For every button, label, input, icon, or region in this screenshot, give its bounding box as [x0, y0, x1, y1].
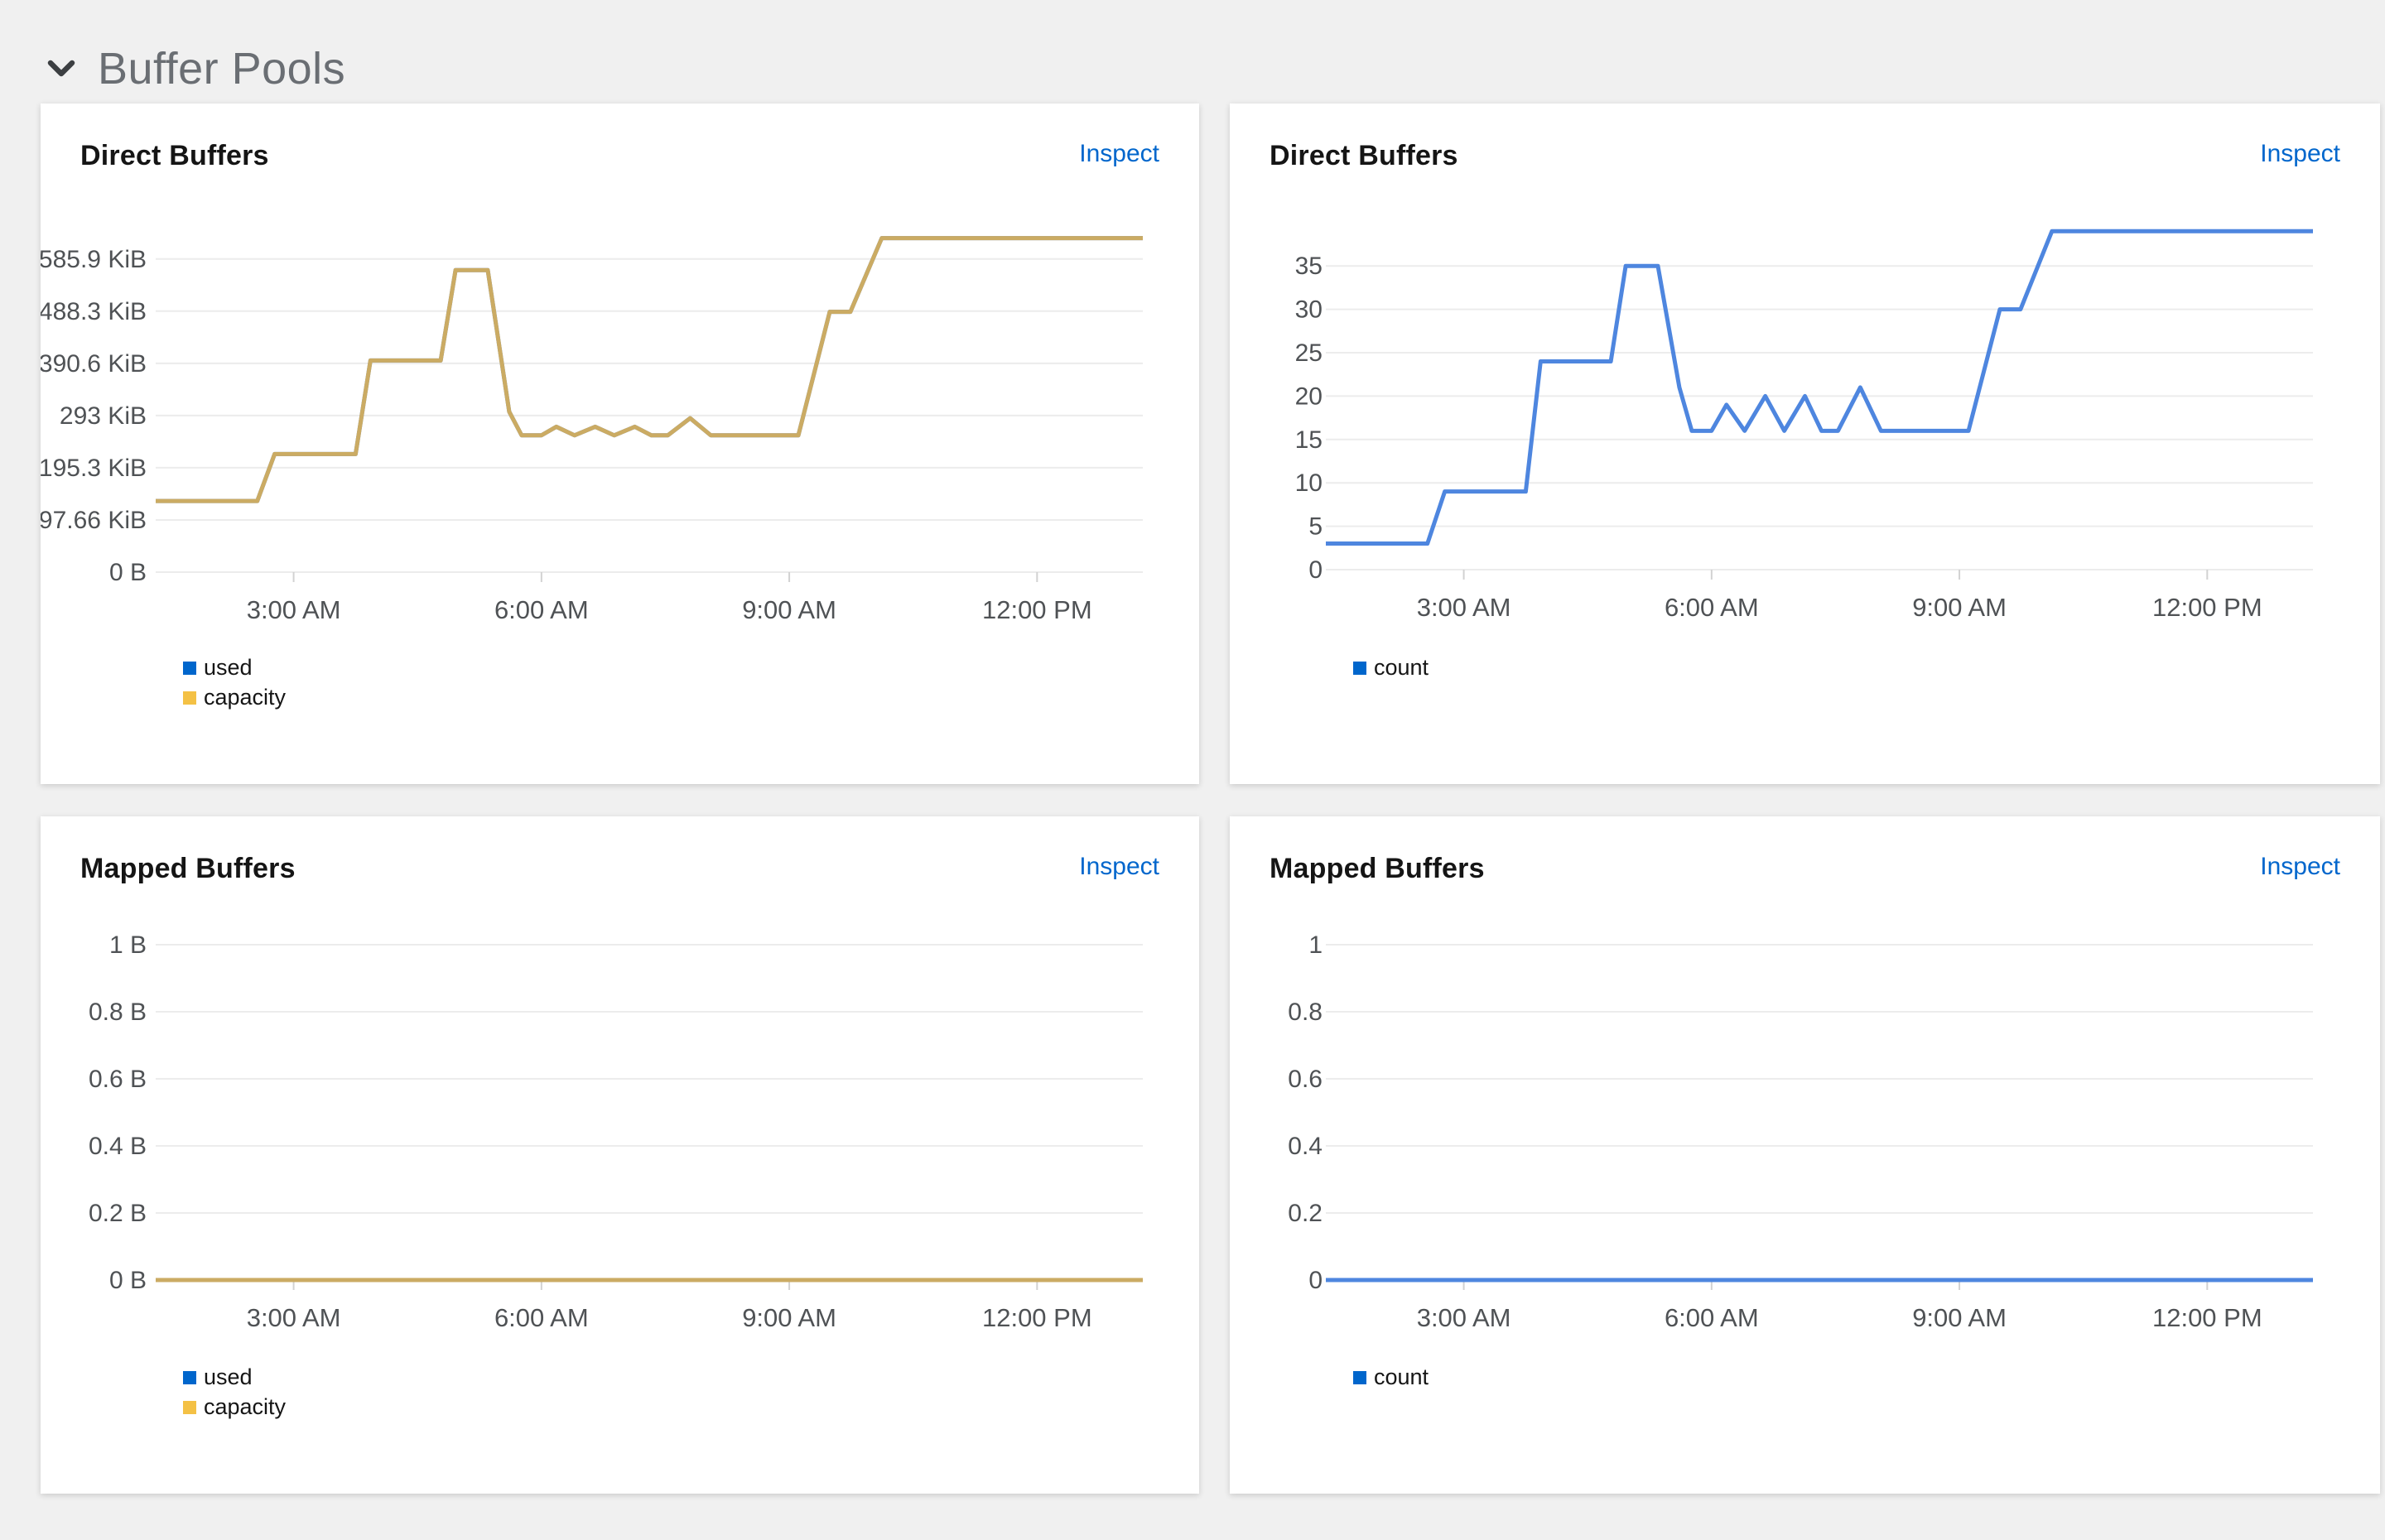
series-line-count [1326, 231, 2313, 543]
legend-swatch [183, 1371, 196, 1384]
inspect-link[interactable]: Inspect [1079, 853, 1159, 881]
y-axis-tick-label: 0 B [109, 1267, 147, 1294]
legend-label: capacity [204, 1396, 286, 1418]
x-axis-tick-label: 9:00 AM [742, 595, 836, 624]
legend-item-used[interactable]: used [183, 657, 286, 679]
section-title: Buffer Pools [98, 43, 345, 94]
y-axis-tick-label: 35 [1295, 253, 1323, 280]
chevron-down-icon [46, 59, 76, 79]
series-line-used [156, 238, 1143, 502]
y-axis-tick-label: 0.2 [1288, 1200, 1323, 1227]
y-axis-tick-label: 195.3 KiB [41, 455, 147, 482]
chart-legend: count [1353, 657, 1429, 679]
y-axis-tick-label: 5 [1308, 513, 1323, 541]
card-title: Direct Buffers [80, 140, 269, 172]
y-axis-tick-label: 0.6 [1288, 1066, 1323, 1093]
y-axis-tick-label: 0.2 B [89, 1200, 147, 1227]
legend-item-used[interactable]: used [183, 1366, 286, 1388]
y-axis-tick-label: 10 [1295, 469, 1323, 497]
x-axis-tick-label: 6:00 AM [1665, 593, 1759, 622]
y-axis-tick-label: 97.66 KiB [41, 507, 147, 534]
buffer-pools-dashboard: { "section": { "title": "Buffer Pools" }… [0, 0, 2385, 1540]
chart-direct-buffers-memory: 585.9 KiB 488.3 KiB 390.6 KiB 293 KiB 195.3 … [41, 103, 1199, 784]
card-title: Mapped Buffers [80, 853, 296, 885]
x-axis-tick-label: 12:00 PM [2152, 1303, 2262, 1332]
x-axis-tick-label: 3:00 AM [247, 595, 341, 624]
y-axis-tick-label: 0.4 [1288, 1133, 1323, 1160]
chart-direct-buffers-count: 35 30 25 20 15 10 5 0 3:00 AM 6:00 AM 9:00 AM 12:00… [1230, 103, 2380, 784]
x-axis-tick-label: 12:00 PM [982, 1303, 1092, 1332]
legend-swatch [183, 691, 196, 705]
y-axis-tick-label: 0.8 B [89, 999, 147, 1026]
inspect-link[interactable]: Inspect [1079, 140, 1159, 168]
x-axis-tick-label: 12:00 PM [982, 595, 1092, 624]
y-axis-tick-label: 488.3 KiB [41, 298, 147, 325]
chart-plot: 1 0.8 0.6 0.4 0.2 0 3:00 AM 6:00 AM 9:00 AM 12:00… [1230, 816, 2380, 1494]
y-axis-tick-label: 0 [1308, 1267, 1323, 1294]
y-axis-tick-label: 15 [1295, 426, 1323, 454]
legend-swatch [1353, 1371, 1366, 1384]
legend-item-count[interactable]: count [1353, 1366, 1429, 1388]
legend-label: count [1374, 657, 1429, 679]
y-axis-tick-label: 30 [1295, 296, 1323, 324]
y-axis-tick-label: 0 B [109, 559, 147, 586]
y-axis-tick-label: 390.6 KiB [41, 350, 147, 378]
series-line-capacity [156, 238, 1143, 502]
x-axis-tick-label: 3:00 AM [1417, 1303, 1511, 1332]
x-axis-tick-label: 9:00 AM [1912, 1303, 2007, 1332]
y-axis-tick-label: 1 B [109, 931, 147, 959]
card-title: Direct Buffers [1270, 140, 1458, 172]
y-axis-tick-label: 25 [1295, 339, 1323, 367]
x-axis-tick-label: 9:00 AM [742, 1303, 836, 1332]
section-toggle-buffer-pools[interactable]: Buffer Pools [46, 43, 345, 94]
y-axis-tick-label: 0.8 [1288, 999, 1323, 1026]
legend-swatch [1353, 662, 1366, 675]
x-axis-tick-label: 6:00 AM [494, 595, 589, 624]
legend-label: used [204, 657, 253, 679]
legend-item-count[interactable]: count [1353, 657, 1429, 679]
card-title: Mapped Buffers [1270, 853, 1485, 885]
x-axis-tick-label: 9:00 AM [1912, 593, 2007, 622]
y-axis-tick-label: 1 [1308, 931, 1323, 959]
legend-swatch [183, 662, 196, 675]
x-axis-tick-label: 3:00 AM [247, 1303, 341, 1332]
chart-plot: 35 30 25 20 15 10 5 0 3:00 AM 6:00 AM 9:00 AM 12:00… [1230, 103, 2380, 784]
chart-legend: used capacity [183, 657, 286, 709]
card-direct-buffers-count: Direct Buffers Inspect 35 30 25 20 15 10 5 0 3:0… [1230, 103, 2380, 784]
chart-mapped-buffers-memory: 1 B 0.8 B 0.6 B 0.4 B 0.2 B 0 B 3:00 AM 6:00 AM… [41, 816, 1199, 1494]
chart-legend: used capacity [183, 1366, 286, 1418]
y-axis-tick-label: 0 [1308, 556, 1323, 584]
y-axis-tick-label: 20 [1295, 383, 1323, 410]
card-direct-buffers-memory: Direct Buffers Inspect 585.9 KiB 488.3 Ki… [41, 103, 1199, 784]
legend-swatch [183, 1401, 196, 1414]
y-axis-tick-label: 585.9 KiB [41, 246, 147, 273]
legend-item-capacity[interactable]: capacity [183, 1396, 286, 1418]
x-axis-tick-label: 6:00 AM [494, 1303, 589, 1332]
legend-item-capacity[interactable]: capacity [183, 686, 286, 709]
legend-label: capacity [204, 686, 286, 709]
chart-mapped-buffers-count: 1 0.8 0.6 0.4 0.2 0 3:00 AM 6:00 AM 9:00 AM 12:00… [1230, 816, 2380, 1494]
y-axis-tick-label: 293 KiB [60, 402, 147, 430]
legend-label: used [204, 1366, 253, 1388]
chart-legend: count [1353, 1366, 1429, 1388]
inspect-link[interactable]: Inspect [2260, 853, 2340, 881]
x-axis-tick-label: 6:00 AM [1665, 1303, 1759, 1332]
y-axis-tick-label: 0.6 B [89, 1066, 147, 1093]
legend-label: count [1374, 1366, 1429, 1388]
card-mapped-buffers-count: Mapped Buffers Inspect 1 0.8 0.6 0.4 0.2 0 3:0… [1230, 816, 2380, 1494]
x-axis-tick-label: 3:00 AM [1417, 593, 1511, 622]
x-axis-tick-label: 12:00 PM [2152, 593, 2262, 622]
y-axis-tick-label: 0.4 B [89, 1133, 147, 1160]
inspect-link[interactable]: Inspect [2260, 140, 2340, 168]
card-mapped-buffers-memory: Mapped Buffers Inspect 1 B 0.8 B 0.6 B 0.4 … [41, 816, 1199, 1494]
